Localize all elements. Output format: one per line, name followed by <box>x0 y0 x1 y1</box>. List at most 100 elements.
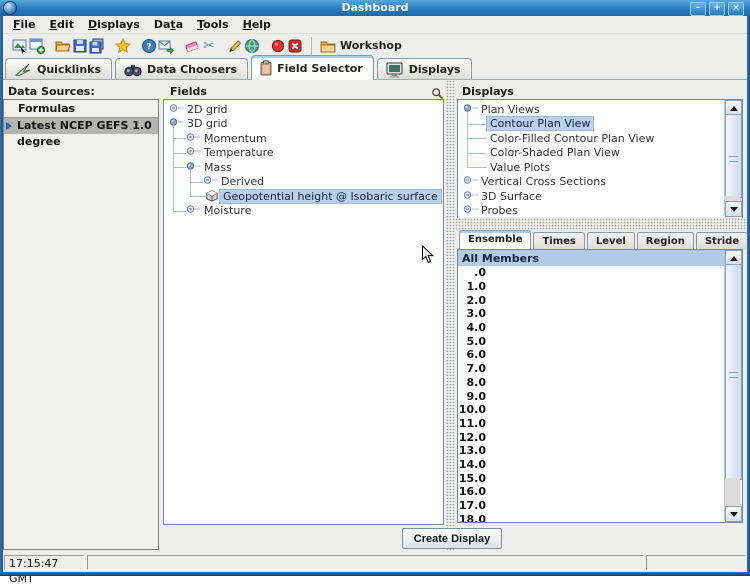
expand-handle-icon[interactable] <box>203 175 218 188</box>
menu-data[interactable]: Data <box>149 17 192 32</box>
help-icon[interactable]: ? <box>141 38 157 54</box>
displays-tree-row[interactable]: Plan Views <box>458 102 742 117</box>
ensemble-item[interactable]: 8.0 <box>458 376 742 390</box>
ensemble-item[interactable]: 10.0 <box>458 403 742 417</box>
displays-tree-row[interactable]: Contour Plan View <box>458 117 742 132</box>
menu-edit[interactable]: Edit <box>45 17 83 32</box>
displays-tree-row[interactable]: Vertical Cross Sections <box>458 175 742 190</box>
displays-tree-row[interactable]: Value Plots <box>458 160 742 175</box>
erase-displays-icon[interactable] <box>184 38 200 54</box>
scroll-down-button[interactable] <box>725 506 742 522</box>
fields-tree-label[interactable]: Mass <box>201 161 235 174</box>
scrollbar-track[interactable] <box>725 478 740 506</box>
subtab-times[interactable]: Times <box>533 232 584 250</box>
stop-loads-icon[interactable] <box>287 38 303 54</box>
subtab-ensemble[interactable]: Ensemble <box>459 230 531 250</box>
ensemble-item[interactable]: 15.0 <box>458 471 742 485</box>
create-display-button[interactable]: Create Display <box>402 528 502 549</box>
expand-handle-icon[interactable] <box>186 132 201 145</box>
scroll-down-button[interactable] <box>725 201 742 217</box>
displays-tree-label[interactable]: Color-Shaded Plan View <box>487 146 623 159</box>
data-source-item[interactable]: Formulas <box>4 100 158 118</box>
minimize-button[interactable]: – <box>690 2 706 16</box>
fields-tree-label[interactable]: Geopotential height @ Isobaric surface <box>220 190 441 203</box>
ensemble-item[interactable]: 14.0 <box>458 458 742 472</box>
fields-tree-label[interactable]: Derived <box>218 175 267 188</box>
workshop-toolbar-item[interactable]: Workshop <box>320 38 402 54</box>
ensemble-item[interactable]: .0 <box>458 266 742 280</box>
ensemble-item[interactable]: 11.0 <box>458 417 742 431</box>
record-icon[interactable] <box>270 38 286 54</box>
fields-tree-label[interactable]: 3D grid <box>184 117 231 130</box>
web-icon[interactable] <box>244 38 260 54</box>
tab-displays[interactable]: Displays <box>377 58 472 80</box>
fields-tree-row[interactable]: Moisture <box>164 204 443 219</box>
displays-tree-row[interactable]: Color-Filled Contour Plan View <box>458 131 742 146</box>
displays-tree-row[interactable]: 3D Surface <box>458 189 742 204</box>
ensemble-item[interactable]: 1.0 <box>458 280 742 294</box>
expand-handle-icon[interactable] <box>463 175 478 188</box>
ensemble-item[interactable]: 12.0 <box>458 430 742 444</box>
expand-handle-icon[interactable] <box>186 204 201 217</box>
fields-tree[interactable]: 2D grid3D grid MomentumTemperature MassDer… <box>163 99 444 525</box>
displays-tree-label[interactable]: Vertical Cross Sections <box>478 175 609 188</box>
fields-tree-row[interactable]: Mass <box>164 160 443 175</box>
collapse-handle-icon[interactable] <box>463 103 478 116</box>
subtab-stride[interactable]: Stride <box>696 232 748 250</box>
fields-tree-label[interactable]: 2D grid <box>184 103 231 116</box>
send-support-icon[interactable] <box>158 38 174 54</box>
ensemble-item[interactable]: 5.0 <box>458 334 742 348</box>
save-bundle-icon[interactable] <box>72 38 88 54</box>
cut-icon[interactable]: ✂ <box>201 38 217 54</box>
displays-tree[interactable]: Plan ViewsContour Plan ViewColor-Filled … <box>457 99 743 220</box>
collapse-handle-icon[interactable] <box>169 117 184 130</box>
edit-icon[interactable] <box>227 38 243 54</box>
ensemble-item[interactable]: 6.0 <box>458 348 742 362</box>
data-source-item[interactable]: Latest NCEP GEFS 1.0 degree <box>4 118 158 134</box>
ensemble-item[interactable]: 16.0 <box>458 485 742 499</box>
vertical-splitter[interactable] <box>446 80 455 550</box>
subtab-region[interactable]: Region <box>637 232 694 250</box>
ensemble-item[interactable]: 9.0 <box>458 389 742 403</box>
ensemble-item[interactable]: 4.0 <box>458 321 742 335</box>
fields-tree-row[interactable]: Geopotential height @ Isobaric surface <box>164 189 443 204</box>
fields-tree-row[interactable]: Derived <box>164 175 443 190</box>
titlebar[interactable]: Dashboard –+× <box>0 0 750 16</box>
displays-tree-label[interactable]: Value Plots <box>487 161 553 174</box>
displays-tree-label[interactable]: Contour Plan View <box>487 117 593 130</box>
fields-tree-label[interactable]: Temperature <box>201 146 277 159</box>
ensemble-item[interactable]: 2.0 <box>458 293 742 307</box>
scrollbar-thumb[interactable] <box>725 114 742 198</box>
save-as-icon[interactable] <box>89 38 105 54</box>
favorites-icon[interactable] <box>115 38 131 54</box>
collapse-handle-icon[interactable] <box>186 161 201 174</box>
ensemble-item[interactable]: 13.0 <box>458 444 742 458</box>
displays-tree-row[interactable]: Color-Shaded Plan View <box>458 146 742 161</box>
fields-tree-label[interactable]: Momentum <box>201 132 270 145</box>
expand-handle-icon[interactable] <box>463 204 478 217</box>
fields-tree-row[interactable]: Temperature <box>164 146 443 161</box>
fields-tree-row[interactable]: Momentum <box>164 131 443 146</box>
menu-displays[interactable]: Displays <box>83 17 149 32</box>
expand-handle-icon[interactable] <box>186 146 201 159</box>
open-bundle-icon[interactable] <box>55 38 71 54</box>
menu-file[interactable]: File <box>8 17 45 32</box>
ensemble-scrollbar[interactable] <box>724 250 741 520</box>
tab-quicklinks[interactable]: Quicklinks <box>5 58 112 80</box>
fields-tree-row[interactable]: 3D grid <box>164 117 443 132</box>
ensemble-item[interactable]: 3.0 <box>458 307 742 321</box>
displays-tree-label[interactable]: Plan Views <box>478 103 543 116</box>
ensemble-item[interactable]: 7.0 <box>458 362 742 376</box>
displays-tree-row[interactable]: Probes <box>458 204 742 219</box>
displays-tree-scrollbar[interactable] <box>724 100 741 215</box>
tab-field-selector[interactable]: Field Selector <box>251 55 374 80</box>
tab-data-choosers[interactable]: Data Choosers <box>115 58 248 80</box>
ensemble-list[interactable]: All Members.01.02.03.04.05.06.07.08.09.0… <box>457 249 743 523</box>
subtab-level[interactable]: Level <box>587 232 635 250</box>
fields-tree-label[interactable]: Moisture <box>201 204 254 217</box>
displays-tree-label[interactable]: Probes <box>478 204 521 217</box>
new-window-icon[interactable] <box>29 38 45 54</box>
displays-tree-label[interactable]: 3D Surface <box>478 190 545 203</box>
data-sources-list[interactable]: FormulasLatest NCEP GEFS 1.0 degree <box>3 99 159 550</box>
ensemble-item[interactable]: 18.0 <box>458 512 742 523</box>
